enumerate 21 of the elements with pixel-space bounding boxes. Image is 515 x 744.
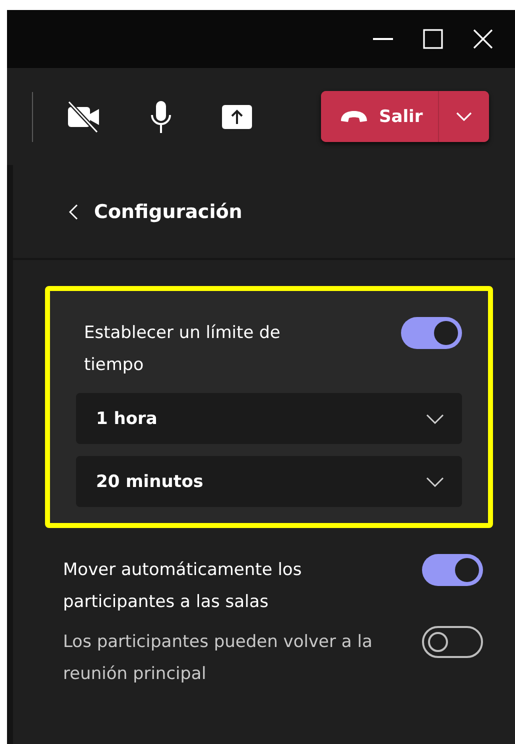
setting-label: Mover automáticamente los participantes a las salas [63,559,303,614]
close-icon[interactable] [473,29,493,49]
microphone-icon[interactable] [149,100,173,134]
panel-title: Configuración [94,200,242,222]
back-button[interactable] [69,204,78,220]
share-screen-icon[interactable] [221,104,253,130]
toggle-switch[interactable] [401,317,462,349]
dropdown[interactable]: 1 hora [76,393,462,444]
phone-hangup-icon [339,110,369,124]
toggle-switch[interactable] [422,554,483,586]
setting-label: Los participantes pueden volver a la reunión principal [63,631,374,686]
chevron-down-icon [426,476,444,486]
setting-label: Establecer un límite de tiempo [84,322,282,377]
maximize-icon[interactable] [423,29,443,49]
chevron-down-icon [426,414,444,424]
dropdown[interactable]: 20 minutos [76,456,462,507]
leave-button[interactable]: Salir [321,91,439,142]
chevron-down-icon [456,112,472,121]
camera-off-icon[interactable] [67,100,101,132]
toggle-switch[interactable] [422,626,483,658]
back-icon [69,204,78,220]
